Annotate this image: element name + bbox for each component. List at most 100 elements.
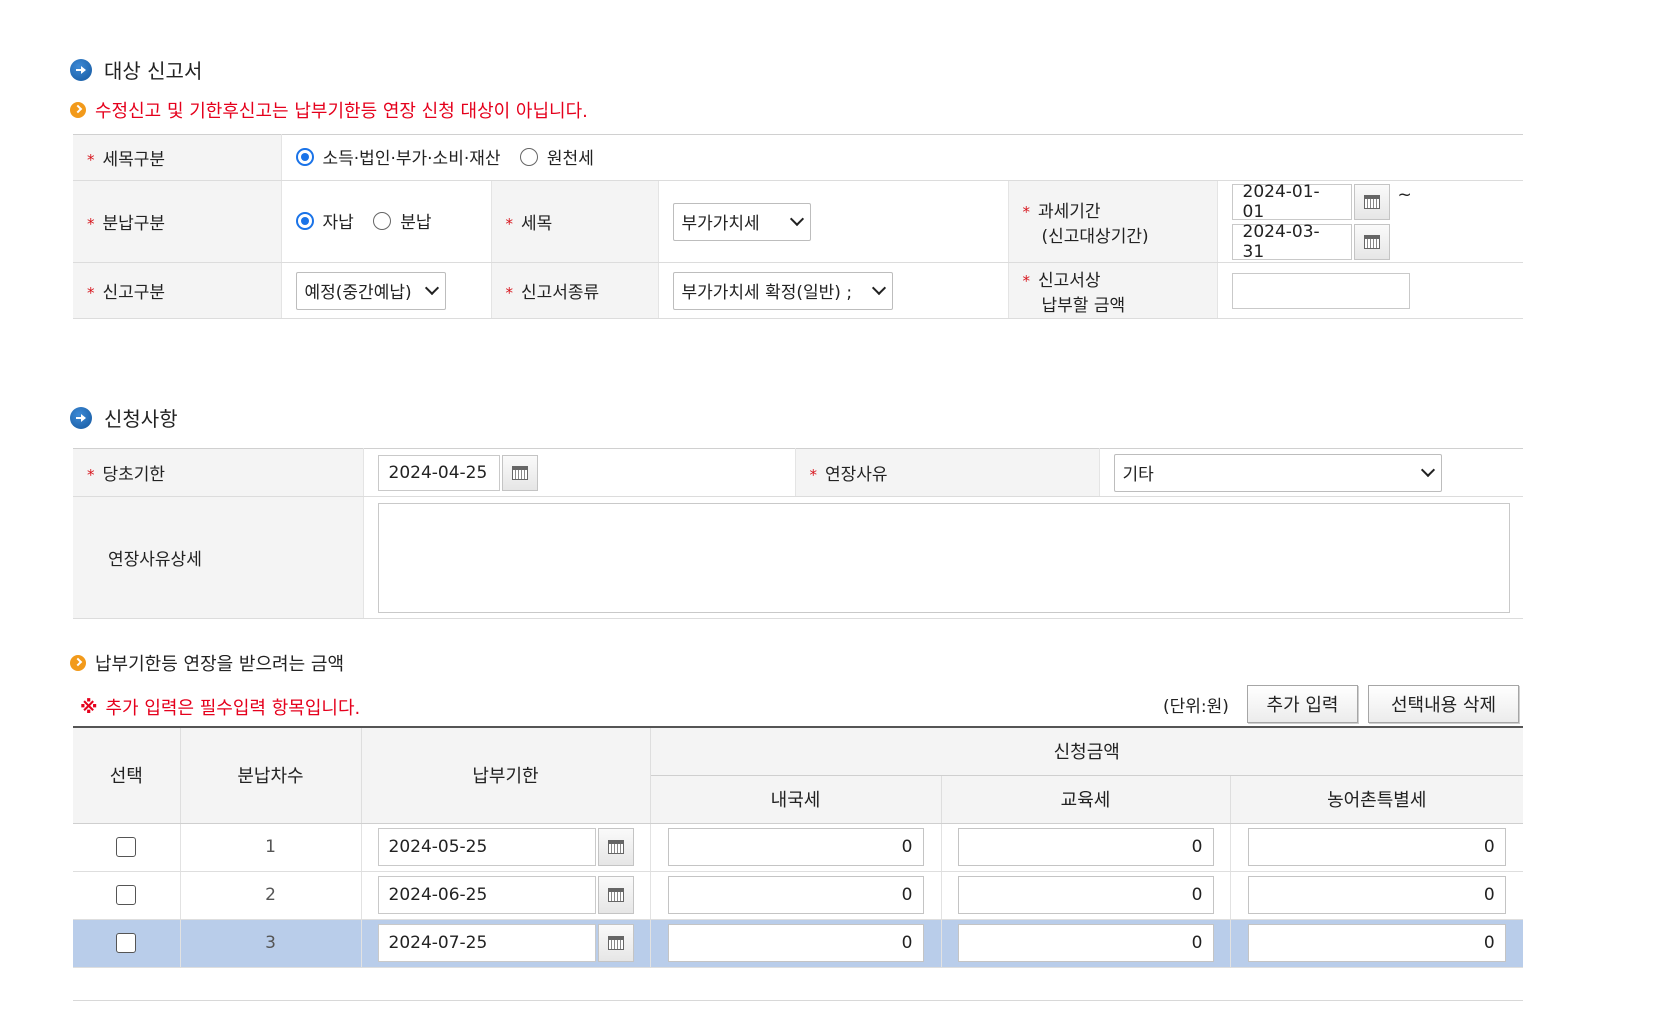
radio-installment[interactable]: 분납: [373, 208, 431, 233]
row-education-cell: 0: [941, 823, 1231, 872]
row-installment: 1: [180, 823, 362, 872]
original-due-label: 당초기한: [102, 465, 166, 485]
table-row-selected: 3 2024-07-25 0 0 0: [73, 919, 1523, 968]
row-checkbox[interactable]: [116, 933, 137, 953]
reason-detail-textarea[interactable]: [377, 502, 1510, 613]
chevron-down-icon: [1420, 462, 1435, 478]
rural-tax-input[interactable]: 0: [1247, 924, 1506, 962]
calendar-icon[interactable]: [501, 454, 538, 491]
row-education-cell: 0: [941, 871, 1231, 920]
row-rural-cell: 0: [1230, 823, 1523, 872]
row-national-cell: 0: [650, 823, 942, 872]
report-type-select[interactable]: 예정(중간예납): [295, 271, 446, 310]
amounts-title: 납부기한등 연장을 받으려는 금액: [70, 650, 344, 676]
amendment-notice: 수정신고 및 기한후신고는 납부기한등 연장 신청 대상이 아닙니다.: [70, 97, 588, 123]
row-rural-cell: 0: [1230, 919, 1523, 968]
amount-due-cell: [1217, 262, 1523, 319]
delete-selected-button[interactable]: 선택내용 삭제: [1368, 685, 1519, 723]
calendar-icon[interactable]: [597, 828, 634, 866]
report-kind-select[interactable]: 부가가치세 확정(일반) ;: [672, 271, 893, 310]
row-national-cell: 0: [650, 919, 942, 968]
row-education-cell: 0: [941, 919, 1231, 968]
reason-detail-label: 연장사유상세: [108, 550, 202, 570]
tax-item-cell: 부가가치세: [658, 180, 1009, 263]
section-title-text: 신청사항: [104, 407, 178, 431]
required-star-icon: *: [87, 466, 95, 484]
radio-income-corp-vat[interactable]: 소득·법인·부가·소비·재산: [295, 144, 501, 170]
radio-self-pay[interactable]: 자납: [295, 208, 354, 234]
reason-select[interactable]: 기타: [1113, 453, 1442, 492]
radio-label: 원천세: [546, 149, 594, 170]
row-select-cell: [73, 823, 181, 872]
row-due-input[interactable]: 2024-06-25: [377, 876, 596, 914]
required-star-icon: *: [809, 466, 818, 484]
national-tax-input[interactable]: 0: [667, 924, 924, 962]
radio-label: 소득·법인·부가·소비·재산: [322, 149, 501, 170]
amount-due-label-cell: * 신고서상 납부할 금액: [1008, 262, 1218, 319]
row-due-cell: 2024-05-25: [361, 823, 651, 872]
education-tax-input[interactable]: 0: [957, 876, 1214, 914]
row-due-cell: 2024-07-25: [361, 919, 651, 968]
required-star-icon: *: [87, 215, 95, 233]
header-request-amount: 신청금액: [650, 727, 1523, 776]
national-tax-input[interactable]: 0: [667, 828, 924, 866]
row-select-cell: [73, 919, 181, 968]
select-value: 기타: [1122, 465, 1154, 485]
unit-label: (단위:원): [1163, 697, 1229, 717]
amounts-table: 선택 분납차수 납부기한 신청금액 내국세 교육세 농어촌특별세 1 2024-…: [73, 726, 1523, 968]
row-due-input[interactable]: 2024-07-25: [377, 924, 596, 962]
row-checkbox[interactable]: [116, 885, 137, 905]
radio-label: 자납: [322, 213, 354, 234]
period-separator: ~: [1397, 184, 1412, 205]
rural-tax-input[interactable]: 0: [1247, 876, 1506, 914]
reason-cell: 기타: [1099, 448, 1523, 497]
required-star-icon: *: [505, 284, 514, 302]
add-input-button[interactable]: 추가 입력: [1247, 685, 1358, 723]
tax-period-start-input[interactable]: 2024-01-01: [1231, 182, 1352, 222]
notice-text: 수정신고 및 기한후신고는 납부기한등 연장 신청 대상이 아닙니다.: [95, 101, 588, 122]
reason-detail-cell: [363, 496, 1523, 619]
amount-due-input[interactable]: [1231, 272, 1410, 309]
tax-item-label-cell: * 세목: [491, 180, 659, 263]
chevron-down-icon: [871, 280, 886, 296]
amounts-title-text: 납부기한등 연장을 받으려는 금액: [95, 654, 345, 675]
required-note: ※ 추가 입력은 필수입력 항목입니다.: [80, 694, 360, 720]
chevron-down-icon: [789, 211, 804, 227]
education-tax-input[interactable]: 0: [957, 828, 1214, 866]
row-installment: 2: [180, 871, 362, 920]
amount-due-sublabel: 납부할 금액: [1041, 295, 1126, 316]
header-installment: 분납차수: [180, 727, 362, 824]
row-due-input[interactable]: 2024-05-25: [377, 828, 596, 866]
tax-item-label: 세목: [521, 214, 553, 234]
tax-category-options: 소득·법인·부가·소비·재산 원천세: [281, 134, 1523, 181]
report-kind-label-cell: * 신고서종류: [491, 262, 659, 319]
select-value: 예정(중간예납): [304, 283, 412, 303]
header-education-tax: 교육세: [941, 775, 1231, 824]
education-tax-input[interactable]: 0: [957, 924, 1214, 962]
tax-period-end-input[interactable]: 2024-03-31: [1231, 222, 1352, 262]
radio-withholding[interactable]: 원천세: [519, 144, 594, 170]
calendar-icon[interactable]: [1353, 183, 1390, 220]
calendar-icon[interactable]: [597, 876, 634, 914]
required-star-icon: *: [1022, 271, 1031, 290]
reason-label-cell: * 연장사유: [795, 448, 1100, 497]
national-tax-input[interactable]: 0: [667, 876, 924, 914]
row-due-cell: 2024-06-25: [361, 871, 651, 920]
payment-type-label: 분납구분: [102, 214, 166, 234]
required-star-icon: *: [505, 215, 514, 233]
payment-type-label-cell: * 분납구분: [73, 180, 282, 263]
bottom-divider: [73, 1000, 1523, 1001]
required-note-text: 추가 입력은 필수입력 항목입니다.: [105, 698, 361, 719]
calendar-icon[interactable]: [597, 924, 634, 962]
original-due-input[interactable]: 2024-04-25: [377, 454, 500, 491]
calendar-icon[interactable]: [1353, 223, 1390, 260]
rural-tax-input[interactable]: 0: [1247, 828, 1506, 866]
report-kind-label: 신고서종류: [521, 283, 600, 303]
required-star-icon: *: [87, 284, 95, 302]
report-type-cell: 예정(중간예납): [281, 262, 492, 319]
tax-category-label-cell: * 세목구분: [73, 134, 282, 181]
chevron-down-icon: [424, 280, 439, 296]
row-checkbox[interactable]: [116, 837, 137, 857]
header-select: 선택: [73, 727, 181, 824]
tax-item-select[interactable]: 부가가치세: [672, 202, 811, 241]
